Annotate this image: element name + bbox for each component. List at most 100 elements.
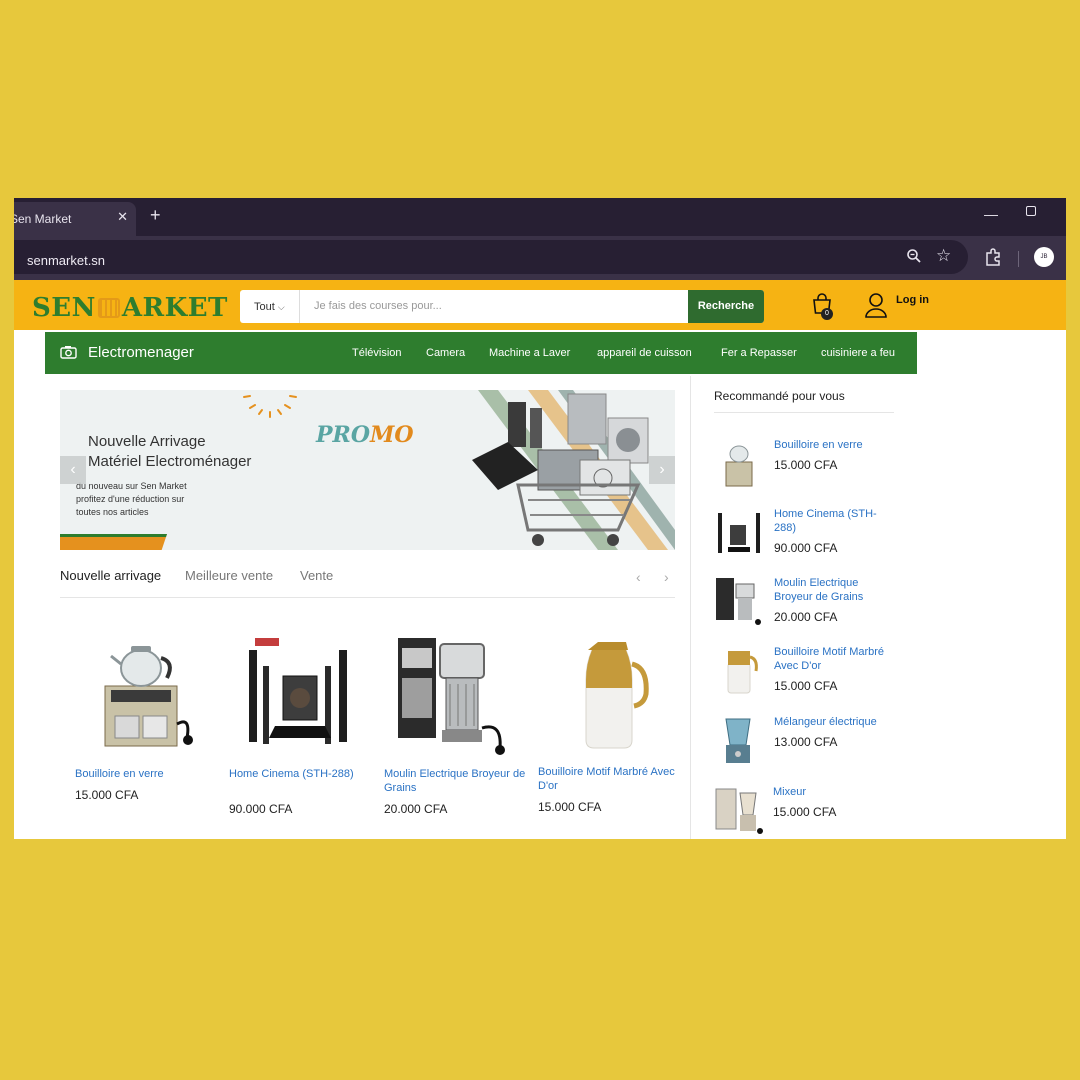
browser-tab[interactable]: Sen Market ✕ <box>14 202 136 236</box>
minimize-button[interactable]: — <box>984 206 998 222</box>
login-link[interactable]: Log in <box>896 294 929 306</box>
nav-link-appareil-de-cuisson[interactable]: appareil de cuisson <box>597 347 692 359</box>
restore-button[interactable] <box>1026 206 1036 216</box>
banner-heading: Nouvelle Arrivage Matériel Electroménage… <box>88 432 251 472</box>
banner-prev-button[interactable]: ‹ <box>60 456 86 484</box>
banner-heading-line1: Nouvelle Arrivage <box>88 433 206 450</box>
product-price: 15.000 CFA <box>75 788 139 802</box>
product-card[interactable]: Moulin Electrique Broyeur de Grains 20.0… <box>384 628 534 816</box>
grinder-icon <box>398 638 505 755</box>
sidebar-title: Recommandé pour vous <box>714 389 845 403</box>
search-category-select[interactable]: Tout ⌵ <box>240 290 300 323</box>
kettle-icon <box>725 445 753 487</box>
sidebar-item-price: 15.000 CFA <box>774 458 838 472</box>
product-price: 15.000 CFA <box>538 800 602 814</box>
promo-label-b: MO <box>370 422 414 448</box>
carousel-prev-icon[interactable]: ‹ <box>636 569 641 585</box>
profile-avatar[interactable]: JB <box>1034 247 1054 267</box>
site-header: SEN ARKET Tout ⌵ Recherche 0 Log in <box>14 280 1066 330</box>
category-title[interactable]: Electromenager <box>88 344 194 361</box>
logo-text-right: ARKET <box>121 293 228 323</box>
product-name[interactable]: Home Cinema (STH-288) <box>229 767 371 781</box>
new-tab-button[interactable]: + <box>150 205 161 226</box>
sidebar-item-name[interactable]: Bouilloire en verre <box>774 438 894 452</box>
promo-label-a: PRO <box>316 422 370 448</box>
nav-link-television[interactable]: Télévision <box>352 347 402 359</box>
home-cinema-icon <box>249 638 347 744</box>
tab-title: Sen Market <box>14 212 72 226</box>
logo-text-left: SEN <box>32 293 96 323</box>
zoom-icon[interactable] <box>906 248 922 264</box>
sidebar-item[interactable]: Bouilloire en verre 15.000 CFA <box>714 438 904 498</box>
browser-window: Sen Market ✕ + — senmarket.sn ☆ JB SEN AR… <box>14 198 1066 839</box>
sidebar-item-price: 15.000 CFA <box>774 679 838 693</box>
grinder-icon <box>716 578 761 625</box>
kettle-icon <box>104 646 193 747</box>
sidebar-item[interactable]: Bouilloire Motif Marbré Avec D'or 15.000… <box>714 645 904 705</box>
banner-text-line1: du nouveau sur Sen Market <box>76 481 187 491</box>
search-bar: Tout ⌵ Recherche <box>240 290 764 323</box>
promo-banner[interactable]: Nouvelle Arrivage Matériel Electroménage… <box>60 390 675 550</box>
product-name[interactable]: Bouilloire en verre <box>75 767 217 781</box>
tab-meilleure-vente[interactable]: Meilleure vente <box>185 568 273 583</box>
sidebar-item-price: 13.000 CFA <box>774 735 838 749</box>
search-category-label: Tout <box>254 301 275 313</box>
sidebar-item[interactable]: Home Cinema (STH-288) 90.000 CFA <box>714 507 904 567</box>
mixer-icon <box>715 788 763 834</box>
user-icon[interactable] <box>864 292 888 318</box>
banner-heading-line2: Matériel Electroménager <box>88 453 252 470</box>
nav-link-cuisiniere-a-feu[interactable]: cuisiniere a feu <box>821 347 895 359</box>
sidebar-item-name[interactable]: Moulin Electrique Broyeur de Grains <box>774 576 894 604</box>
product-name[interactable]: Moulin Electrique Broyeur de Grains <box>384 767 526 795</box>
sidebar-item[interactable]: Mixeur 15.000 CFA <box>714 785 904 839</box>
product-price: 90.000 CFA <box>229 802 293 816</box>
sidebar-item-price: 20.000 CFA <box>774 610 838 624</box>
tab-bar: Sen Market ✕ + — <box>14 198 1066 236</box>
banner-text-line2: profitez d'une réduction sur <box>76 494 185 504</box>
sidebar-item[interactable]: Moulin Electrique Broyeur de Grains 20.0… <box>714 576 904 636</box>
cart-button[interactable]: 0 <box>810 292 834 321</box>
product-price: 20.000 CFA <box>384 802 448 816</box>
camera-icon <box>60 346 77 359</box>
nav-link-machine-a-laver[interactable]: Machine a Laver <box>489 347 570 359</box>
sidebar-item-name[interactable]: Home Cinema (STH-288) <box>774 507 894 535</box>
banner-accent-bar <box>60 534 167 550</box>
sidebar-item-price: 90.000 CFA <box>774 541 838 555</box>
close-tab-icon[interactable]: ✕ <box>117 209 128 225</box>
sidebar-item[interactable]: Mélangeur électrique 13.000 CFA <box>714 715 904 775</box>
product-card[interactable]: Home Cinema (STH-288) 90.000 CFA <box>229 628 379 816</box>
site-logo[interactable]: SEN ARKET <box>32 293 228 323</box>
sidebar-title-underline <box>714 412 894 413</box>
product-card[interactable]: Bouilloire Motif Marbré Avec D'or 15.000… <box>538 628 688 814</box>
thermos-icon <box>585 642 649 749</box>
search-button[interactable]: Recherche <box>688 290 764 323</box>
toolbar-divider <box>1018 251 1019 267</box>
category-nav: Electromenager Télévision Camera Machine… <box>45 332 917 374</box>
nav-link-camera[interactable]: Camera <box>426 347 465 359</box>
sidebar-item-name[interactable]: Mélangeur électrique <box>774 715 894 729</box>
search-input[interactable] <box>314 300 674 312</box>
product-card[interactable]: Bouilloire en verre 15.000 CFA <box>75 628 225 802</box>
sidebar-item-name[interactable]: Mixeur <box>773 785 893 799</box>
banner-text: du nouveau sur Sen Market profitez d'une… <box>76 480 226 519</box>
tabs-divider <box>60 597 675 598</box>
tab-nouvelle-arrivage[interactable]: Nouvelle arrivage <box>60 568 161 583</box>
address-bar: senmarket.sn ☆ JB <box>14 236 1066 280</box>
extensions-icon[interactable] <box>984 248 1002 266</box>
chevron-down-icon: ⌵ <box>277 302 285 312</box>
omnibox[interactable]: senmarket.sn <box>14 240 968 274</box>
banner-text-line3: toutes nos articles <box>76 507 149 517</box>
cart-count-badge: 0 <box>821 308 833 320</box>
banner-next-button[interactable]: › <box>649 456 675 484</box>
nav-link-fer-a-repasser[interactable]: Fer a Repasser <box>721 347 797 359</box>
bookmark-star-icon[interactable]: ☆ <box>936 246 951 266</box>
promo-label: PROMO <box>316 422 414 448</box>
appliances-illustration <box>472 390 675 550</box>
carousel-next-icon[interactable]: › <box>664 569 669 585</box>
blender-icon <box>725 718 751 763</box>
product-name[interactable]: Bouilloire Motif Marbré Avec D'or <box>538 765 680 793</box>
sidebar-item-name[interactable]: Bouilloire Motif Marbré Avec D'or <box>774 645 894 673</box>
sidebar-item-price: 15.000 CFA <box>773 805 837 819</box>
url-text[interactable]: senmarket.sn <box>27 253 105 268</box>
tab-vente[interactable]: Vente <box>300 568 333 583</box>
